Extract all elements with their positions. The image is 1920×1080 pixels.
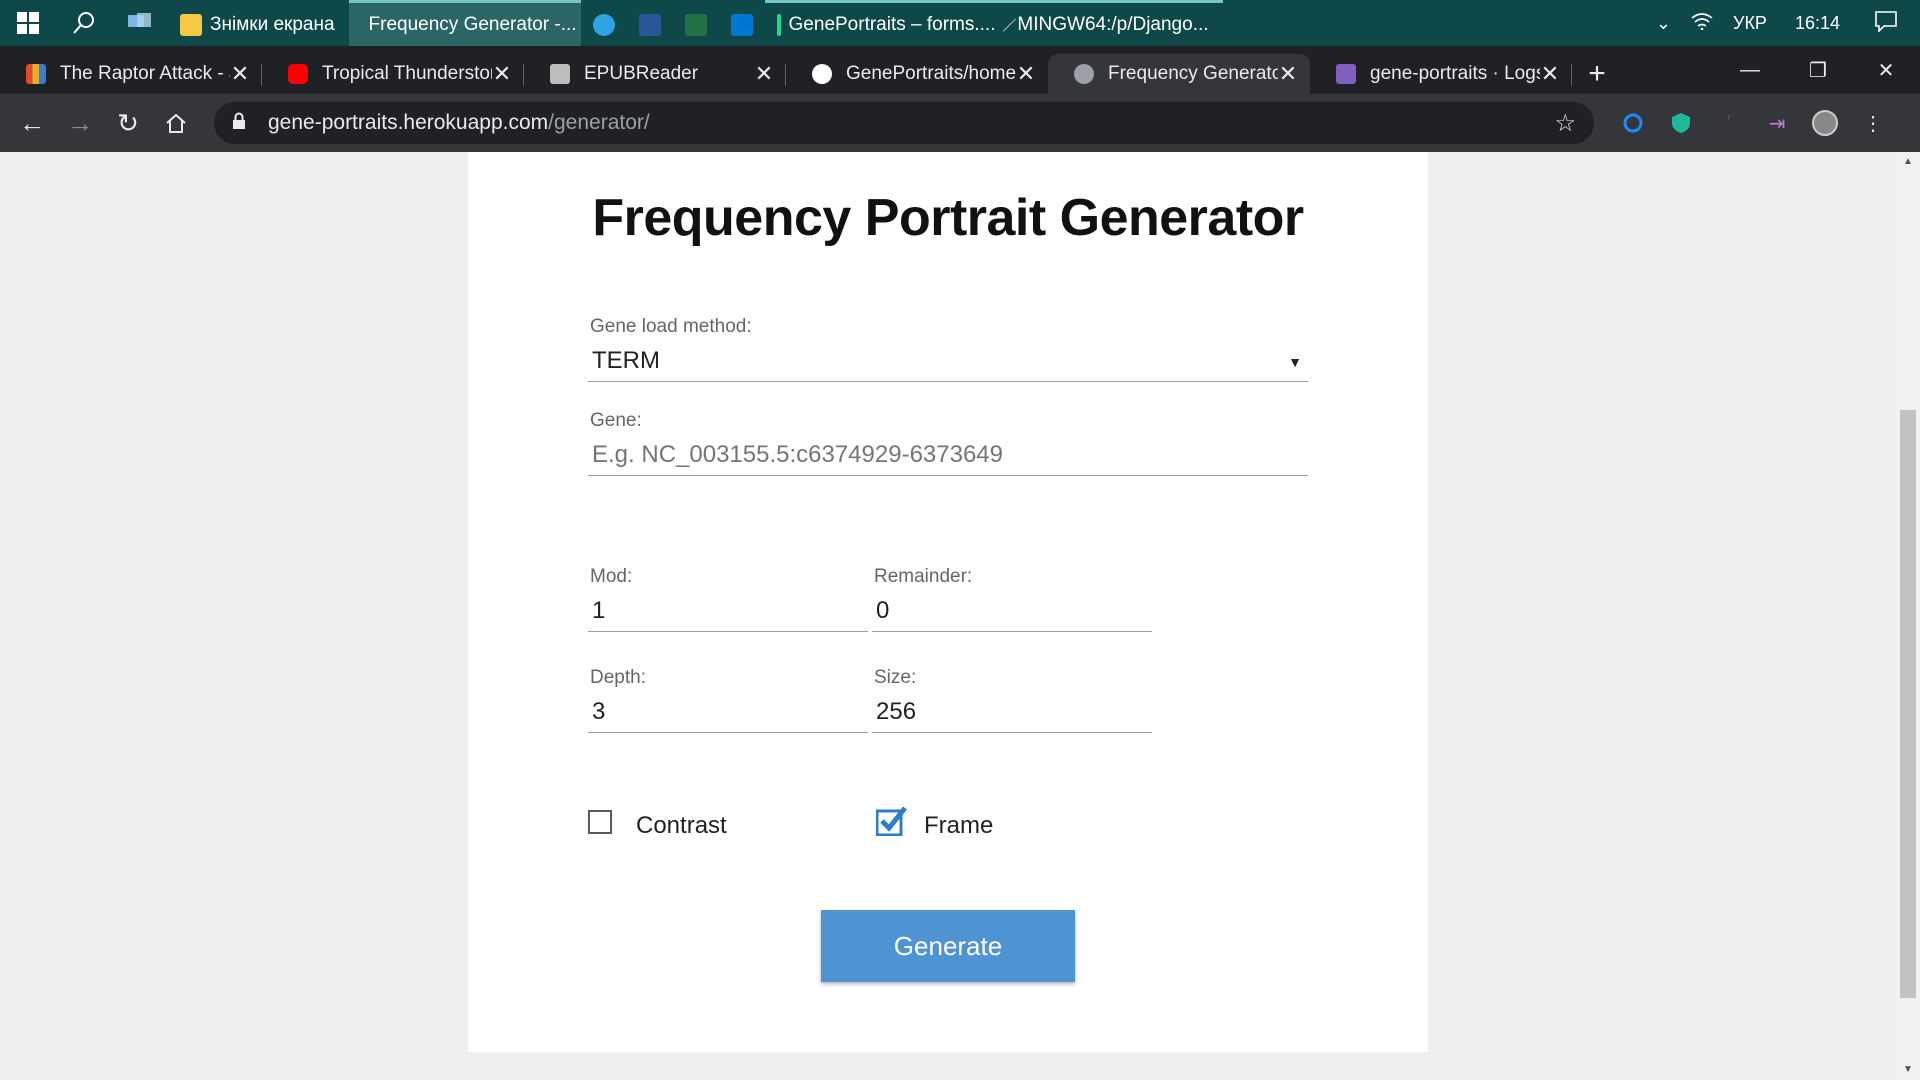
tab-epubreader[interactable]: EPUBReader ✕ xyxy=(524,54,786,94)
word-icon xyxy=(638,13,661,36)
dropdown-arrow-icon: ▼ xyxy=(1288,354,1302,370)
language-indicator[interactable]: УКР xyxy=(1733,13,1767,34)
task-view-icon[interactable] xyxy=(112,0,168,46)
scroll-up-icon[interactable]: ▲ xyxy=(1896,152,1920,172)
browser-toolbar: ← → ↻ gene-portraits.herokuapp.com /gene… xyxy=(0,94,1920,152)
contrast-label: Contrast xyxy=(636,812,727,839)
remainder-label: Remainder: xyxy=(874,566,973,587)
profile-avatar[interactable] xyxy=(1812,110,1838,136)
youtube-favicon-icon xyxy=(288,64,308,84)
address-bar[interactable]: gene-portraits.herokuapp.com /generator/… xyxy=(214,102,1594,144)
excel-icon xyxy=(684,13,707,36)
depth-input[interactable]: 3 xyxy=(588,691,868,733)
lock-icon[interactable] xyxy=(232,112,252,135)
chevron-up-icon[interactable]: ⌄ xyxy=(1656,13,1671,34)
gene-label: Gene: xyxy=(590,410,642,431)
clock[interactable]: 16:14 xyxy=(1795,13,1840,34)
taskbar-app-outlook[interactable] xyxy=(719,0,765,46)
load-method-label: Gene load method: xyxy=(590,316,752,337)
contrast-checkbox[interactable] xyxy=(588,810,612,834)
close-tab-icon[interactable]: ✕ xyxy=(1278,61,1298,87)
extension-circle-icon[interactable] xyxy=(1620,110,1646,136)
frame-label: Frame xyxy=(924,812,994,839)
load-method-select[interactable]: TERM ▼ xyxy=(588,340,1308,382)
page-viewport: Frequency Portrait Generator Gene load m… xyxy=(0,152,1920,1080)
restore-icon[interactable]: ❐ xyxy=(1784,46,1852,94)
close-tab-icon[interactable]: ✕ xyxy=(492,61,512,87)
tab-raptor-attack[interactable]: The Raptor Attack - J ✕ xyxy=(0,54,262,94)
back-icon[interactable]: ← xyxy=(8,99,56,147)
taskbar-app-word[interactable] xyxy=(627,0,673,46)
extension-feather-icon[interactable]: ′ xyxy=(1716,110,1742,136)
scroll-thumb[interactable] xyxy=(1900,410,1916,998)
close-tab-icon[interactable]: ✕ xyxy=(1016,61,1036,87)
bookmark-star-icon[interactable]: ☆ xyxy=(1554,109,1576,138)
git-bash-icon xyxy=(1002,18,1016,31)
scroll-down-icon[interactable]: ▼ xyxy=(1896,1060,1920,1080)
taskbar-app-chrome[interactable]: Frequency Generator -... xyxy=(348,0,581,46)
mod-label: Mod: xyxy=(590,566,633,587)
folder-icon xyxy=(180,13,202,36)
tab-gene-portraits-logs[interactable]: gene-portraits · Logs ✕ xyxy=(1310,54,1572,94)
generator-card: Frequency Portrait Generator Gene load m… xyxy=(468,152,1428,1052)
close-tab-icon[interactable]: ✕ xyxy=(1540,61,1560,87)
frame-checkbox[interactable] xyxy=(875,804,908,837)
taskbar-app-git-bash[interactable]: MINGW64:/p/Django... xyxy=(996,0,1223,46)
search-icon[interactable] xyxy=(56,0,112,46)
system-tray: ⌄ УКР 16:14 xyxy=(1656,10,1920,37)
taskbar-app-excel[interactable] xyxy=(673,0,719,46)
minimize-icon[interactable]: — xyxy=(1716,46,1784,94)
browser-tab-strip: The Raptor Attack - J ✕ Tropical Thunder… xyxy=(0,46,1920,94)
page-scrollbar[interactable]: ▲ ▼ xyxy=(1896,152,1920,1080)
raptor-favicon-icon xyxy=(26,64,46,84)
taskbar-app-edge[interactable] xyxy=(581,0,627,46)
extensions-area: ′ ⇥ ⋮ xyxy=(1620,110,1886,136)
taskbar-app-folder[interactable]: Знімки екрана xyxy=(168,0,349,46)
gene-input[interactable]: E.g. NC_003155.5:c6374929-6373649 xyxy=(588,434,1308,476)
tab-geneportraits-github[interactable]: GenePortraits/home ✕ xyxy=(786,54,1048,94)
taskbar-app-pycharm[interactable]: GenePortraits – forms.... xyxy=(764,0,997,46)
windows-start-icon[interactable] xyxy=(0,0,56,46)
wifi-icon[interactable] xyxy=(1691,12,1713,35)
new-tab-button[interactable]: + xyxy=(1572,54,1622,94)
url-path: /generator/ xyxy=(548,111,650,134)
notifications-icon[interactable] xyxy=(1874,10,1898,37)
home-icon[interactable] xyxy=(152,99,200,147)
extension-arrow-icon[interactable]: ⇥ xyxy=(1764,110,1790,136)
globe-favicon-icon xyxy=(1074,64,1094,84)
mod-input[interactable]: 1 xyxy=(588,590,868,632)
size-input[interactable]: 256 xyxy=(872,691,1152,733)
checkmark-icon xyxy=(875,806,907,837)
edge-icon xyxy=(592,13,615,36)
close-window-icon[interactable]: ✕ xyxy=(1852,46,1920,94)
outlook-icon xyxy=(730,13,753,36)
size-label: Size: xyxy=(874,667,917,688)
github-favicon-icon xyxy=(812,64,832,84)
url-host: gene-portraits.herokuapp.com xyxy=(268,111,549,134)
windows-taskbar: Знімки екрана Frequency Generator -... G… xyxy=(0,0,1920,46)
page-title: Frequency Portrait Generator xyxy=(592,189,1304,247)
close-tab-icon[interactable]: ✕ xyxy=(230,61,250,87)
tab-tropical-thunderstorm[interactable]: Tropical Thunderstorm ✕ xyxy=(262,54,524,94)
heroku-favicon-icon xyxy=(1336,64,1356,84)
close-tab-icon[interactable]: ✕ xyxy=(754,61,774,87)
generate-button[interactable]: Generate xyxy=(821,910,1075,982)
menu-kebab-icon[interactable]: ⋮ xyxy=(1860,110,1886,136)
pycharm-icon xyxy=(776,13,781,36)
window-controls: — ❐ ✕ xyxy=(1716,46,1920,94)
extension-shield-icon[interactable] xyxy=(1668,110,1694,136)
reload-icon[interactable]: ↻ xyxy=(104,99,152,147)
depth-label: Depth: xyxy=(590,667,646,688)
remainder-input[interactable]: 0 xyxy=(872,590,1152,632)
forward-icon[interactable]: → xyxy=(56,99,104,147)
tab-frequency-generator[interactable]: Frequency Generator ✕ xyxy=(1048,54,1310,94)
book-favicon-icon xyxy=(550,64,570,84)
